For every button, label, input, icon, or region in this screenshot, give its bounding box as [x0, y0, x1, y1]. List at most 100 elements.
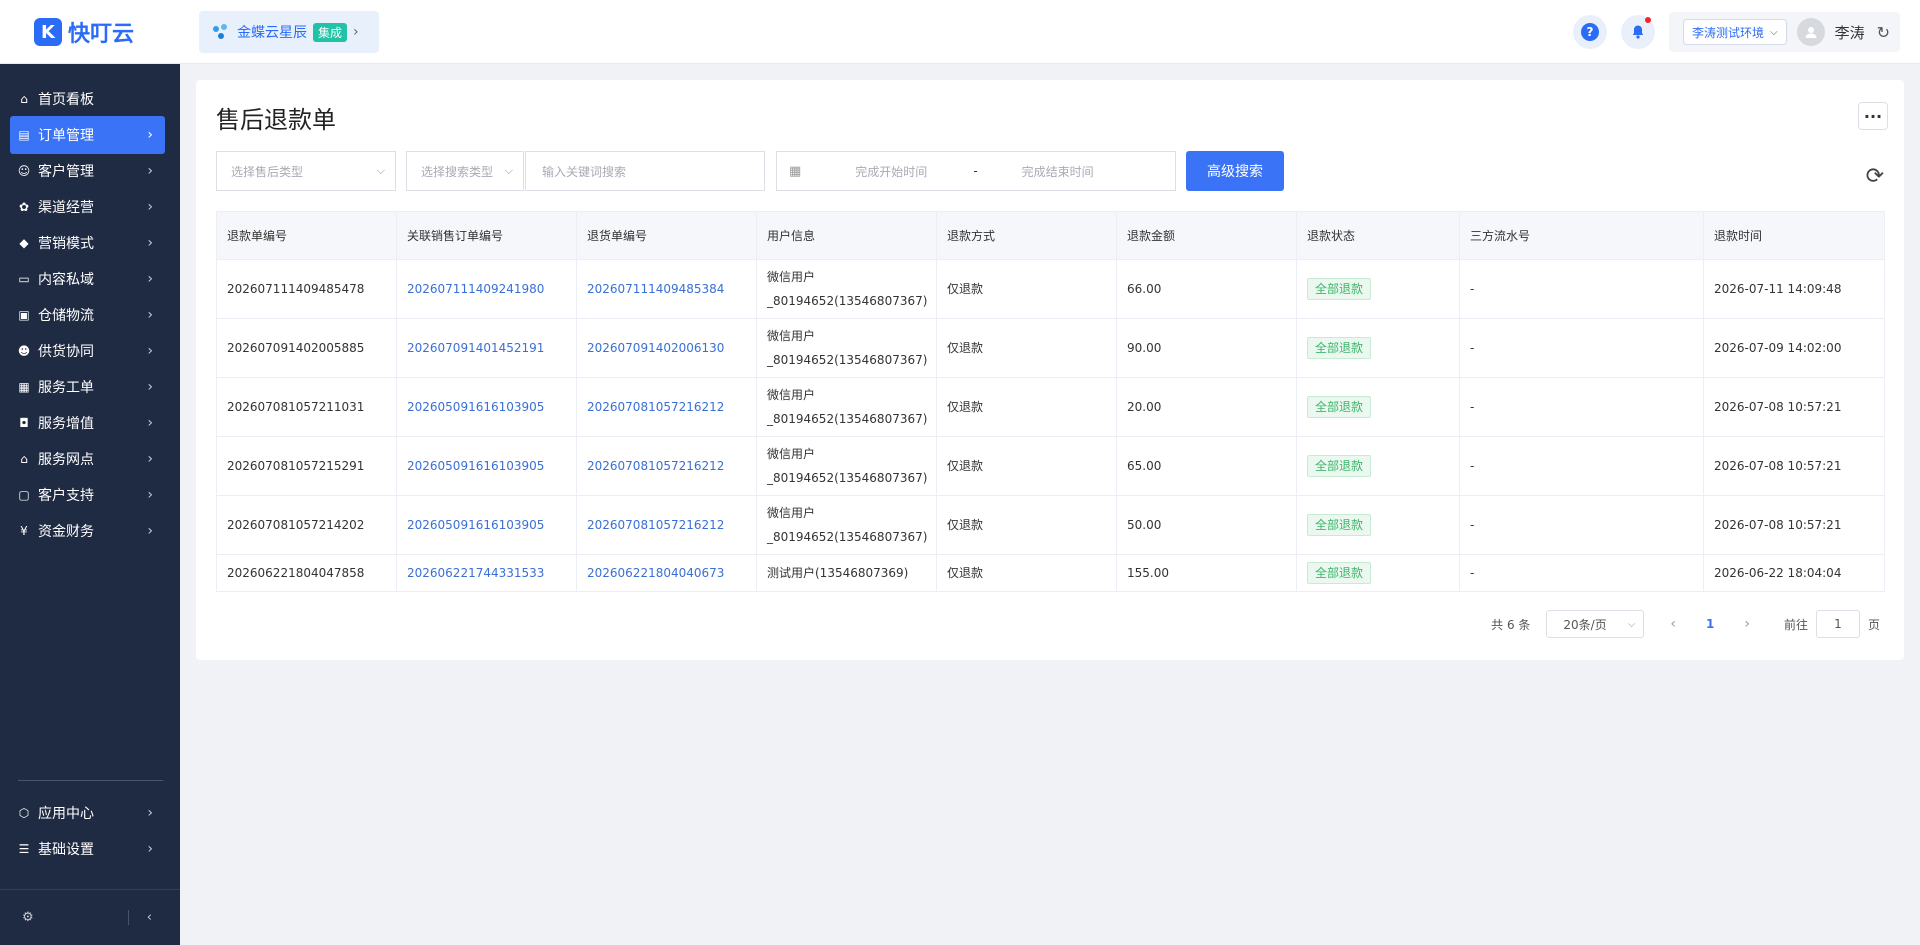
table-row: 202607081057215291 202605091616103905 20… [216, 436, 1885, 496]
goto-page-input[interactable]: 1 [1815, 610, 1860, 638]
refund-no: 202606221804047858 [216, 554, 397, 592]
refund-status-cell: 全部退款 [1296, 377, 1460, 437]
sidebar-item-finance[interactable]: ¥ 资金财务 › [10, 512, 165, 550]
refund-amount: 90.00 [1116, 318, 1297, 378]
more-button[interactable]: ··· [1858, 102, 1888, 130]
sidebar-item-app-center[interactable]: ⬡ 应用中心 › [10, 794, 165, 832]
sidebar-item-dashboard[interactable]: ⌂ 首页看板 [10, 80, 165, 118]
user-name[interactable]: 李涛 [1835, 22, 1865, 43]
order-no-link[interactable]: 202607111409241980 [396, 259, 577, 319]
refresh-icon[interactable]: ↻ [1877, 23, 1890, 42]
bell-icon [1632, 25, 1644, 39]
chevron-right-icon: › [147, 307, 153, 323]
sidebar-item-orders[interactable]: ▤ 订单管理 › [10, 116, 165, 154]
sidebar-item-customers[interactable]: ☺ 客户管理 › [10, 152, 165, 190]
end-date-placeholder[interactable]: 完成结束时间 [1022, 163, 1094, 180]
refund-time: 2026-07-09 14:02:00 [1703, 318, 1885, 378]
tag-icon: ◆ [19, 236, 29, 250]
support-icon: ▢ [18, 488, 30, 502]
prev-page-button[interactable]: ‹ [1670, 616, 1676, 632]
refund-status-cell: 全部退款 [1296, 436, 1460, 496]
sidebar-item-settings[interactable]: ☰ 基础设置 › [10, 830, 165, 868]
flow-no: - [1459, 554, 1704, 592]
chevron-right-icon: › [147, 379, 153, 395]
order-no-link[interactable]: 202605091616103905 [396, 377, 577, 437]
return-no-link[interactable]: 202607081057216212 [576, 495, 757, 555]
environment-select[interactable]: 李涛测试环境 ⌵ [1682, 19, 1787, 45]
advanced-search-button[interactable]: 高级搜索 [1186, 151, 1284, 191]
user-avatar-icon [1805, 27, 1817, 38]
keyword-search-input[interactable]: 输入关键词搜索 [525, 151, 765, 191]
sidebar-footer: ⚙ ‹ [0, 889, 180, 945]
order-no-link[interactable]: 202605091616103905 [396, 495, 577, 555]
return-no-link[interactable]: 202606221804040673 [576, 554, 757, 592]
notification-button[interactable] [1620, 15, 1655, 49]
return-no-link[interactable]: 202607091402006130 [576, 318, 757, 378]
image-icon: ▭ [18, 272, 30, 286]
settings-icon: ☰ [18, 842, 30, 856]
user-info: 微信用户_80194652(13546807367) [756, 377, 937, 437]
status-badge: 全部退款 [1307, 278, 1372, 300]
user-info: 微信用户_80194652(13546807367) [756, 318, 937, 378]
help-icon: ? [1580, 23, 1599, 41]
date-range-picker[interactable]: ▦ 完成开始时间 - 完成结束时间 [776, 151, 1176, 191]
collapse-sidebar-icon[interactable]: ‹ [127, 910, 152, 925]
sidebar-item-service-tickets[interactable]: ▦ 服务工单 › [10, 368, 165, 406]
sidebar-item-warehouse[interactable]: ▣ 仓储物流 › [10, 296, 165, 334]
search-type-select[interactable]: 选择搜索类型 ⌵ [406, 151, 524, 191]
sidebar-item-label: 客户支持 [38, 488, 94, 504]
refund-type-select[interactable]: 选择售后类型 ⌵ [216, 151, 396, 191]
return-no-link[interactable]: 202607111409485384 [576, 259, 757, 319]
return-no-link[interactable]: 202607081057216212 [576, 377, 757, 437]
column-header: 退货单编号 [576, 211, 757, 260]
refund-method: 仅退款 [936, 318, 1117, 378]
chevron-down-icon: ⌵ [1769, 26, 1778, 38]
order-no-link[interactable]: 202605091616103905 [396, 436, 577, 496]
logo[interactable]: K 快叮云 [34, 16, 134, 48]
gear-icon[interactable]: ⚙ [22, 910, 34, 925]
column-header: 退款方式 [936, 211, 1117, 260]
refund-no: 202607111409485478 [216, 259, 397, 319]
sidebar-item-marketing[interactable]: ◆ 营销模式 › [10, 224, 165, 262]
sidebar-item-content[interactable]: ▭ 内容私域 › [10, 260, 165, 298]
integration-tag: 集成 [313, 22, 348, 42]
yen-icon: ¥ [20, 524, 28, 538]
ticket-icon: ▦ [18, 380, 30, 394]
logo-icon: K [34, 18, 62, 46]
chevron-down-icon: ⌵ [1627, 618, 1636, 630]
sidebar-item-label: 服务增值 [38, 416, 94, 432]
flow-no: - [1459, 436, 1704, 496]
sidebar-item-supply[interactable]: ☻ 供货协同 › [10, 332, 165, 370]
start-date-placeholder[interactable]: 完成开始时间 [855, 163, 927, 180]
next-page-button[interactable]: › [1744, 616, 1750, 632]
refresh-icon[interactable]: ⟳ [1866, 164, 1884, 189]
integration-name: 金蝶云星辰 [237, 25, 307, 41]
table-row: 202607081057214202 202605091616103905 20… [216, 495, 1885, 555]
status-badge: 全部退款 [1307, 514, 1372, 536]
sidebar-item-outlets[interactable]: ⌂ 服务网点 › [10, 440, 165, 478]
search-type-placeholder: 选择搜索类型 [421, 164, 494, 179]
sidebar-item-support[interactable]: ▢ 客户支持 › [10, 476, 165, 514]
page-size-select[interactable]: 20条/页 ⌵ [1546, 610, 1645, 638]
avatar[interactable] [1796, 18, 1825, 46]
pagination: 共 6 条 20条/页 ⌵ ‹ 1 › 前往 1 页 [1491, 610, 1880, 638]
refund-no: 202607081057215291 [216, 436, 397, 496]
flow-no: - [1459, 318, 1704, 378]
refund-status-cell: 全部退款 [1296, 318, 1460, 378]
sidebar-item-value-added[interactable]: ◘ 服务增值 › [10, 404, 165, 442]
sidebar-item-label: 首页看板 [38, 92, 94, 108]
page-number-current[interactable]: 1 [1706, 617, 1714, 631]
header-actions: ? 李涛测试环境 ⌵ 李涛 ↻ [1572, 0, 1920, 64]
status-badge: 全部退款 [1307, 562, 1372, 584]
chevron-right-icon: › [147, 127, 153, 143]
order-no-link[interactable]: 202606221744331533 [396, 554, 577, 592]
refund-method: 仅退款 [936, 495, 1117, 555]
status-badge: 全部退款 [1307, 396, 1372, 418]
help-button[interactable]: ? [1572, 15, 1607, 49]
return-no-link[interactable]: 202607081057216212 [576, 436, 757, 496]
sidebar-item-channels[interactable]: ✿ 渠道经营 › [10, 188, 165, 226]
chevron-right-icon: › [147, 415, 153, 431]
brand-name: 快叮云 [68, 22, 135, 47]
integration-switcher[interactable]: 金蝶云星辰 集成 › [199, 11, 379, 53]
order-no-link[interactable]: 202607091401452191 [396, 318, 577, 378]
